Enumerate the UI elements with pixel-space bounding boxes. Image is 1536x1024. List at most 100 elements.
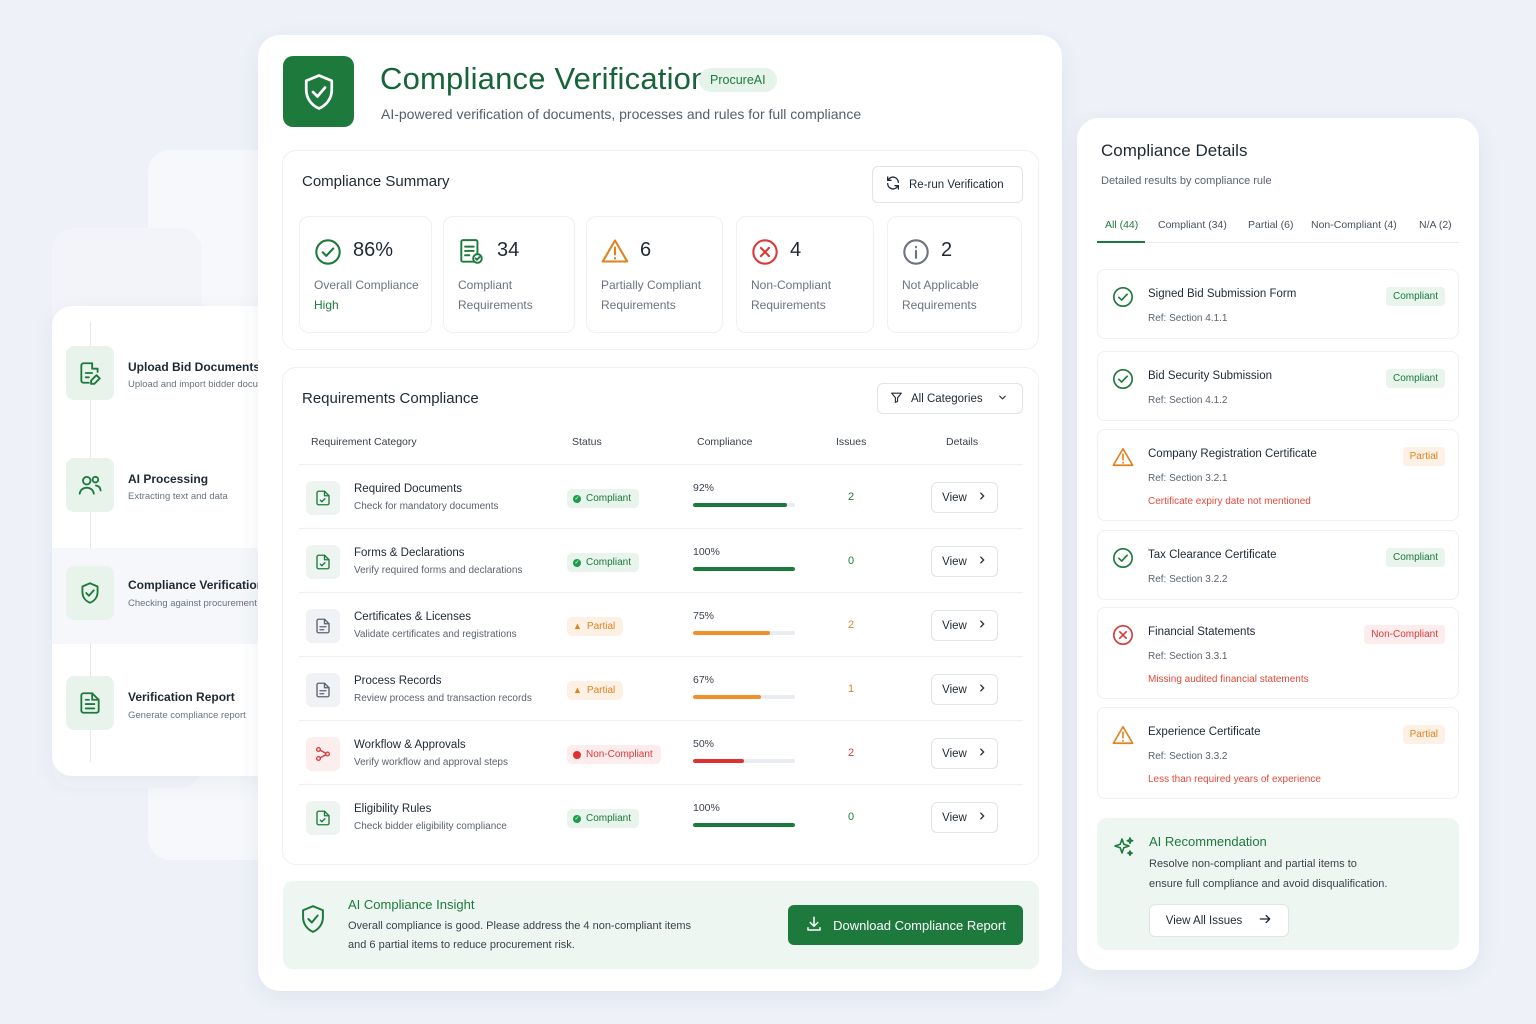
step-title: AI Processing — [128, 472, 209, 486]
compliance-bar — [693, 631, 795, 635]
step-upload[interactable]: Upload Bid Documents Upload and import b… — [52, 346, 262, 436]
check-circle-icon — [1112, 286, 1134, 313]
view-details-button[interactable]: View — [931, 674, 998, 705]
issues-count: 2 — [848, 491, 855, 503]
stat-label: Partially Compliant — [601, 278, 702, 292]
requirement-name: Forms & Declarations — [354, 547, 465, 559]
workflow-steps-panel: Upload Bid Documents Upload and import b… — [52, 306, 262, 776]
column-header: Requirement Category — [311, 436, 417, 448]
chevron-down-icon — [997, 392, 1008, 406]
compliance-bar — [693, 823, 795, 827]
stat-label: Overall Compliance — [314, 278, 419, 292]
requirement-desc: Validate certificates and registrations — [354, 629, 517, 640]
view-label: View — [942, 683, 967, 696]
category-filter-dropdown[interactable]: All Categories — [877, 383, 1023, 414]
view-details-button[interactable]: View — [931, 610, 998, 641]
compliance-item[interactable]: Bid Security Submission Ref: Section 4.1.… — [1097, 351, 1459, 421]
item-ref: Ref: Section 3.2.2 — [1148, 574, 1228, 585]
item-name: Bid Security Submission — [1148, 370, 1272, 382]
item-ref: Ref: Section 4.1.1 — [1148, 313, 1228, 324]
view-all-issues-button[interactable]: View All Issues — [1149, 904, 1289, 937]
view-all-issues-label: View All Issues — [1165, 914, 1243, 927]
tab-partial[interactable]: Partial (6) — [1248, 219, 1294, 231]
step-title: Upload Bid Documents — [128, 360, 261, 374]
compliance-percent: 75% — [693, 610, 715, 622]
step-ai-processing[interactable]: AI Processing Extracting text and data — [52, 458, 262, 548]
status-badge: Compliant — [1385, 369, 1445, 388]
compliance-item[interactable]: Experience Certificate Ref: Section 3.3.2… — [1097, 707, 1459, 799]
file-edit-icon — [66, 346, 114, 400]
status-badge: Non-Compliant — [567, 745, 661, 764]
stat-overall-compliance: 86% Overall Compliance High — [299, 216, 432, 333]
step-title: Compliance Verification — [128, 578, 262, 592]
stat-sublabel: High — [314, 298, 339, 312]
status-badge: Partial — [1402, 447, 1445, 466]
active-tab-indicator — [1097, 241, 1145, 243]
users-icon — [66, 458, 114, 512]
summary-title: Compliance Summary — [302, 173, 450, 190]
compliance-item[interactable]: Tax Clearance Certificate Ref: Section 3.… — [1097, 530, 1459, 600]
info-icon — [902, 238, 930, 271]
rerun-verification-button[interactable]: Re-run Verification — [872, 166, 1023, 203]
stat-value: 34 — [497, 239, 520, 261]
document-icon — [306, 609, 340, 643]
stat-label: Non-Compliant — [751, 278, 832, 292]
stat-sublabel: Requirements — [601, 298, 676, 312]
view-details-button[interactable]: View — [931, 546, 998, 577]
stat-value: 86% — [353, 239, 394, 261]
x-circle-icon — [1112, 624, 1134, 651]
tabs-divider — [1097, 242, 1459, 243]
chevron-right-icon — [977, 619, 987, 632]
stat-label: Compliant — [458, 278, 513, 292]
chevron-right-icon — [977, 747, 987, 760]
status-label: Compliant — [586, 493, 632, 504]
status-badge: ▲ Partial — [567, 617, 624, 636]
status-badge: ✓ Compliant — [567, 809, 640, 828]
table-row: Process Records Review process and transa… — [299, 656, 1023, 720]
file-check-icon — [458, 238, 484, 271]
column-header: Details — [946, 436, 979, 448]
view-label: View — [942, 555, 967, 568]
refresh-icon — [885, 175, 901, 194]
download-report-button[interactable]: Download Compliance Report — [788, 905, 1023, 945]
arrow-right-icon — [1258, 912, 1272, 929]
status-label: Compliant — [586, 557, 632, 568]
stat-value: 6 — [640, 239, 652, 261]
step-desc: Generate compliance report — [128, 710, 246, 721]
tab-compliant[interactable]: Compliant (34) — [1158, 219, 1227, 231]
stat-sublabel: Requirements — [751, 298, 826, 312]
column-header: Status — [572, 436, 602, 448]
item-name: Experience Certificate — [1148, 726, 1261, 738]
view-details-button[interactable]: View — [931, 802, 998, 833]
insight-text: Overall compliance is good. Please addre… — [348, 920, 692, 932]
tab-na[interactable]: N/A (2) — [1419, 219, 1452, 231]
compliance-bar — [693, 503, 795, 507]
stat-value: 2 — [941, 239, 953, 261]
compliance-item[interactable]: Financial Statements Ref: Section 3.3.1 Mi… — [1097, 607, 1459, 699]
item-name: Company Registration Certificate — [1148, 448, 1317, 460]
workflow-icon — [306, 737, 340, 771]
view-details-button[interactable]: View — [931, 738, 998, 769]
compliance-bar-fill — [693, 567, 795, 571]
stat-sublabel: Requirements — [902, 298, 977, 312]
chevron-right-icon — [977, 683, 987, 696]
compliance-item[interactable]: Signed Bid Submission Form Ref: Section 4… — [1097, 269, 1459, 339]
compliance-bar-fill — [693, 631, 770, 635]
stat-sublabel: Requirements — [458, 298, 533, 312]
step-compliance-verification[interactable]: Compliance Verification Checking against… — [52, 548, 262, 644]
tab-all[interactable]: All (44) — [1105, 219, 1138, 231]
tab-non-compliant[interactable]: Non-Compliant (4) — [1311, 219, 1397, 231]
step-desc: Extracting text and data — [128, 491, 228, 502]
view-label: View — [942, 747, 967, 760]
step-verification-report[interactable]: Verification Report Generate compliance … — [52, 676, 262, 766]
compliance-item[interactable]: Company Registration Certificate Ref: Sec… — [1097, 429, 1459, 521]
view-details-button[interactable]: View — [931, 482, 998, 513]
compliance-percent: 100% — [693, 546, 720, 558]
download-label: Download Compliance Report — [833, 917, 1006, 933]
column-header: Compliance — [697, 436, 753, 448]
step-desc: Checking against procurement rules — [128, 598, 262, 609]
chevron-right-icon — [977, 491, 987, 504]
status-label: Compliant — [586, 813, 632, 824]
requirement-name: Process Records — [354, 675, 442, 687]
item-note: Certificate expiry date not mentioned — [1148, 496, 1311, 507]
